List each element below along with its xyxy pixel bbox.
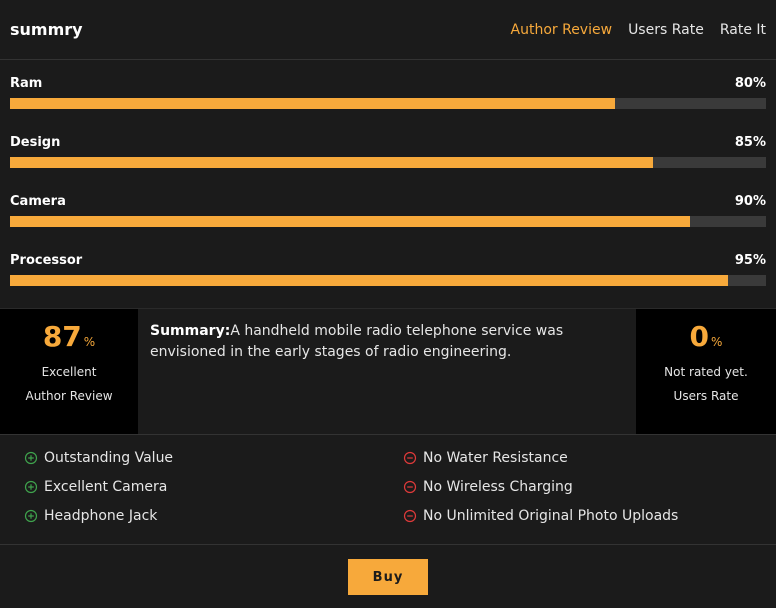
pro-item: Excellent Camera — [24, 478, 373, 496]
rating-label: Camera — [10, 194, 66, 209]
minus-circle-icon — [403, 509, 417, 523]
users-score: 0% — [689, 320, 723, 353]
tab-author-review[interactable]: Author Review — [511, 22, 613, 38]
rating-value: 85% — [734, 135, 766, 150]
pros-list: Outstanding Value Excellent Camera Headp… — [24, 449, 373, 544]
users-score-box: 0% Not rated yet. Users Rate — [636, 309, 776, 434]
summary-heading: Summary: — [150, 323, 231, 339]
author-verdict: Excellent — [41, 365, 97, 379]
review-header: summry Author Review Users Rate Rate It — [0, 0, 776, 60]
rating-bars: Ram 80% Design 85% Camera 90% Processor … — [0, 60, 776, 308]
review-title: summry — [10, 20, 83, 39]
rating-row-processor: Processor 95% — [10, 253, 766, 286]
users-caption: Users Rate — [673, 389, 739, 403]
minus-circle-icon — [403, 451, 417, 465]
rating-row-design: Design 85% — [10, 135, 766, 168]
author-score: 87% — [42, 320, 96, 353]
tab-rate-it[interactable]: Rate It — [720, 22, 766, 38]
plus-circle-icon — [24, 509, 38, 523]
summary-text: Summary:A handheld mobile radio telephon… — [138, 309, 636, 434]
review-footer: Buy — [0, 545, 776, 595]
con-item: No Water Resistance — [403, 449, 752, 467]
users-verdict: Not rated yet. — [664, 365, 748, 379]
cons-list: No Water Resistance No Wireless Charging… — [373, 449, 752, 544]
rating-row-camera: Camera 90% — [10, 194, 766, 227]
rating-label: Processor — [10, 253, 83, 268]
pro-item: Outstanding Value — [24, 449, 373, 467]
minus-circle-icon — [403, 480, 417, 494]
review-tabs: Author Review Users Rate Rate It — [511, 22, 766, 38]
pro-item: Headphone Jack — [24, 507, 373, 525]
con-item: No Wireless Charging — [403, 478, 752, 496]
rating-value: 90% — [734, 194, 766, 209]
plus-circle-icon — [24, 451, 38, 465]
rating-value: 80% — [734, 76, 766, 91]
rating-row-ram: Ram 80% — [10, 76, 766, 109]
rating-track — [10, 216, 766, 227]
rating-fill — [10, 157, 653, 168]
summary-band: 87% Excellent Author Review Summary:A ha… — [0, 308, 776, 435]
rating-fill — [10, 216, 691, 227]
rating-track — [10, 157, 766, 168]
buy-button[interactable]: Buy — [348, 559, 428, 595]
plus-circle-icon — [24, 480, 38, 494]
rating-fill — [10, 275, 729, 286]
rating-track — [10, 98, 766, 109]
rating-track — [10, 275, 766, 286]
con-item: No Unlimited Original Photo Uploads — [403, 507, 752, 525]
rating-label: Design — [10, 135, 61, 150]
author-caption: Author Review — [25, 389, 113, 403]
tab-users-rate[interactable]: Users Rate — [628, 22, 704, 38]
pros-cons: Outstanding Value Excellent Camera Headp… — [0, 435, 776, 545]
rating-fill — [10, 98, 615, 109]
author-score-box: 87% Excellent Author Review — [0, 309, 138, 434]
rating-value: 95% — [734, 253, 766, 268]
rating-label: Ram — [10, 76, 43, 91]
